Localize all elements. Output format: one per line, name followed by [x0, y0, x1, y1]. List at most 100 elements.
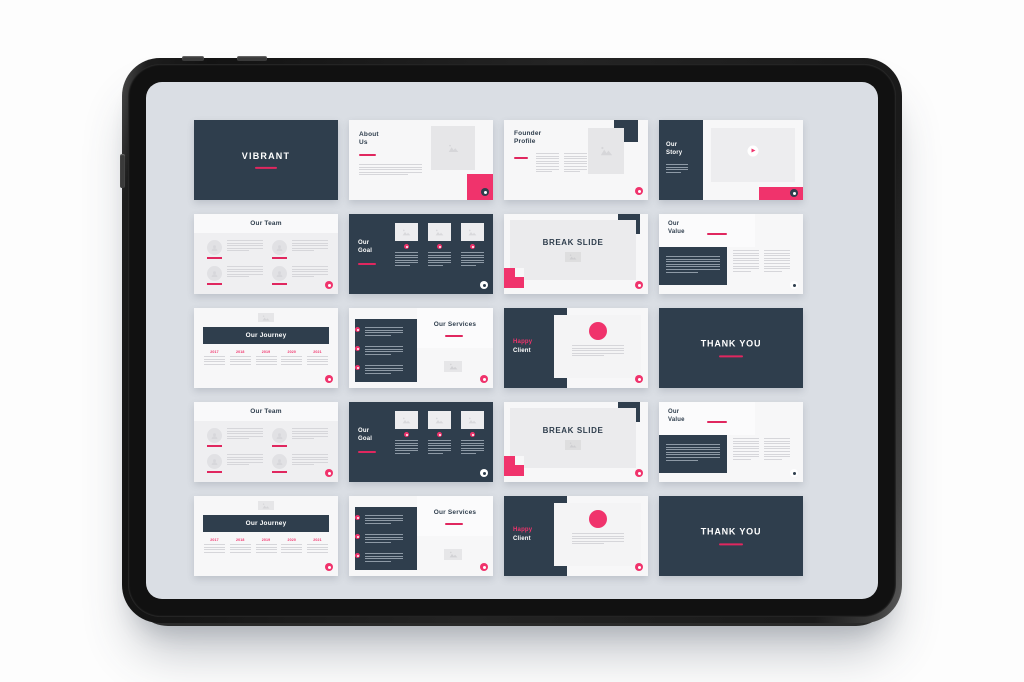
timeline-year: 2017: [210, 538, 219, 542]
slide-thank-you-1[interactable]: THANK YOU: [659, 308, 803, 388]
accent-rule: [358, 451, 376, 453]
slide-title-line1: Our: [668, 409, 680, 415]
slide-title-line1: Happy: [513, 339, 533, 345]
image-placeholder: [395, 223, 418, 241]
testimonial-card: [554, 315, 641, 378]
content-panel: BREAK SLIDE: [510, 408, 636, 468]
slide-title-block: About Us: [359, 131, 379, 147]
image-placeholder: [428, 411, 451, 429]
page-indicator-badge: [635, 563, 643, 571]
slide-title-line1: Our: [358, 240, 370, 246]
image-placeholder: [461, 411, 484, 429]
timeline-year: 2021: [313, 538, 322, 542]
slide-title-line1: Happy: [513, 527, 533, 533]
step-dot: [404, 244, 409, 249]
timeline-text: [204, 356, 225, 366]
timeline-item: 2018: [229, 538, 251, 554]
timeline-item: 2020: [281, 350, 303, 366]
power-button[interactable]: [120, 154, 125, 188]
slide-happy-client-2[interactable]: Happy Client: [504, 496, 648, 576]
accent-square-pink: [504, 456, 524, 476]
card-text: [461, 440, 484, 456]
volume-up-button[interactable]: [182, 56, 204, 61]
slide-our-journey-1[interactable]: Our Journey 2017 2018 2019 2020 2021: [194, 308, 338, 388]
video-placeholder: [711, 128, 795, 182]
slide-happy-client-1[interactable]: Happy Client: [504, 308, 648, 388]
page-indicator-badge: [325, 563, 333, 571]
slide-our-journey-2[interactable]: Our Journey 2017 2018 2019 2020 2021: [194, 496, 338, 576]
page-indicator-badge: [325, 281, 333, 289]
avatar: [272, 428, 287, 443]
slide-about-us[interactable]: About Us: [349, 120, 493, 200]
slide-title-line1: Founder: [514, 130, 542, 137]
service-text: [365, 553, 403, 563]
body-text-column-1: [733, 250, 759, 273]
step-dot: [437, 432, 442, 437]
timeline-year: 2018: [236, 350, 245, 354]
avatar: [272, 454, 287, 469]
image-placeholder: [565, 252, 581, 262]
slide-our-goal-2[interactable]: Our Goal: [349, 402, 493, 482]
slide-title-block: VIBRANT: [194, 151, 338, 170]
slide-our-services-2[interactable]: Our Services: [349, 496, 493, 576]
image-placeholder: [395, 411, 418, 429]
timeline-year: 2017: [210, 350, 219, 354]
accent-rule: [719, 543, 743, 546]
page-indicator-badge: [790, 281, 798, 289]
slide-header: Our Team: [194, 402, 338, 421]
slide-our-services-1[interactable]: Our Services: [349, 308, 493, 388]
member-bio: [292, 240, 328, 253]
body-text-column-1: [733, 438, 759, 461]
slide-thank-you-2[interactable]: THANK YOU: [659, 496, 803, 576]
slide-break-slide-2[interactable]: BREAK SLIDE: [504, 402, 648, 482]
body-text-column-2: [564, 153, 587, 174]
slide-our-goal-1[interactable]: Our Goal: [349, 214, 493, 294]
accent-bar: [759, 187, 803, 200]
body-text-column-1: [536, 153, 559, 174]
team-member: [272, 240, 328, 259]
timeline-text: [229, 356, 251, 366]
timeline-year: 2021: [313, 350, 322, 354]
step-dot: [470, 432, 475, 437]
slide-title: BREAK SLIDE: [542, 238, 604, 247]
content-panel: BREAK SLIDE: [510, 220, 636, 280]
volume-down-button[interactable]: [237, 56, 267, 61]
card-text: [395, 440, 418, 456]
slide-title-line2: Value: [668, 416, 685, 423]
service-item: [355, 346, 403, 356]
timeline-text: [307, 544, 328, 554]
step-dot: [404, 432, 409, 437]
slide-title-block: THANK YOU: [659, 526, 803, 546]
slide-title-block: Our Story: [666, 142, 682, 157]
slide-title-slide[interactable]: VIBRANT: [194, 120, 338, 200]
accent-square-pink: [504, 268, 524, 288]
slide-our-value-2[interactable]: Our Value: [659, 402, 803, 482]
slide-our-value-1[interactable]: Our Value: [659, 214, 803, 294]
slide-title: Our Services: [433, 509, 477, 516]
slide-title: BREAK SLIDE: [542, 426, 604, 435]
slide-founder-profile[interactable]: Founder Profile: [504, 120, 648, 200]
page-indicator-badge: [790, 469, 798, 477]
card-text: [428, 440, 451, 456]
goal-card: [461, 223, 484, 268]
slide-our-team-1[interactable]: Our Team: [194, 214, 338, 294]
timeline-year: 2020: [287, 538, 296, 542]
slide-title-line2: Client: [513, 536, 531, 542]
slide-title-line2: Story: [666, 149, 683, 156]
slide-title-block: Founder Profile: [514, 130, 541, 146]
accent-underline: [207, 445, 222, 447]
slide-our-team-2[interactable]: Our Team: [194, 402, 338, 482]
slide-break-slide-1[interactable]: BREAK SLIDE: [504, 214, 648, 294]
bullet-dot: [355, 327, 360, 332]
page-indicator-badge: [635, 469, 643, 477]
member-bio: [227, 266, 263, 279]
image-placeholder: [444, 549, 462, 560]
service-item: [355, 553, 403, 563]
accent-rule: [445, 335, 463, 337]
team-member: [207, 240, 263, 259]
member-bio: [227, 240, 263, 253]
team-member: [207, 428, 263, 447]
goal-card: [395, 223, 418, 268]
slide-our-story[interactable]: Our Story: [659, 120, 803, 200]
play-icon[interactable]: [747, 145, 759, 157]
